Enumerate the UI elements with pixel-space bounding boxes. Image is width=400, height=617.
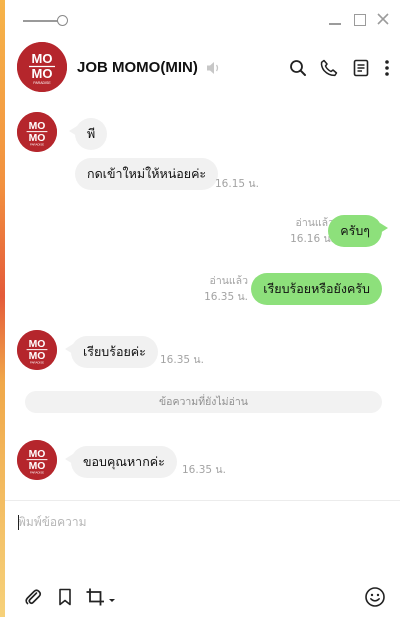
sender-avatar[interactable]: MO MO PARADISE (17, 330, 57, 370)
avatar[interactable]: MO MO PARADISE (17, 42, 67, 92)
avatar-logo-subtext: PARADISE (30, 471, 44, 475)
message-time: 16.35 น. (204, 291, 248, 303)
phone-icon[interactable] (319, 58, 339, 78)
title-bar (5, 0, 400, 38)
message-time: 16.15 น. (215, 178, 259, 190)
chat-header: MO MO PARADISE JOB MOMO(MIN) (5, 38, 400, 100)
sender-avatar[interactable]: MO MO PARADISE (17, 440, 57, 480)
maximize-icon[interactable] (351, 11, 367, 27)
opacity-slider[interactable] (23, 13, 71, 27)
message-input[interactable] (18, 513, 387, 573)
emoji-icon[interactable] (364, 586, 386, 608)
avatar-logo-subtext: PARADISE (33, 81, 51, 85)
message-bubble[interactable]: เรียบร้อยหรือยังครับ (251, 273, 382, 305)
speaker-icon[interactable] (205, 60, 223, 76)
message-bubble[interactable]: กดเข้าใหม่ให้หน่อยค่ะ (75, 158, 219, 190)
paperclip-icon[interactable] (23, 587, 43, 607)
minimize-icon[interactable] (327, 11, 343, 27)
chat-window: MO MO PARADISE JOB MOMO(MIN) MO MO PARAD… (5, 0, 400, 617)
avatar-logo-subtext: PARADISE (30, 361, 44, 365)
composer (5, 500, 400, 617)
message-bubble[interactable]: ครับๆ (328, 215, 388, 247)
more-icon[interactable] (380, 58, 394, 78)
avatar-logo-text: MO (29, 121, 46, 132)
avatar-logo-subtext: PARADISE (30, 143, 44, 147)
search-icon[interactable] (288, 58, 308, 78)
text-caret (18, 515, 19, 530)
crop-icon[interactable] (85, 587, 117, 607)
avatar-logo-text: MO (29, 339, 46, 350)
close-icon[interactable] (375, 11, 391, 27)
message-bubble[interactable]: พี (68, 118, 108, 150)
avatar-logo-text: MO (29, 449, 46, 460)
message-list[interactable]: MO MO PARADISE พี กดเข้าใหม่ให้หน่อยค่ะ … (5, 100, 400, 500)
avatar-logo-text: MO (32, 51, 53, 66)
message-time: 16.35 น. (160, 354, 204, 366)
chat-title: JOB MOMO(MIN) (77, 59, 198, 76)
avatar-logo-text: MO (32, 66, 53, 81)
message-time: 16.16 น. (290, 233, 334, 245)
message-bubble[interactable]: ขอบคุณหากค่ะ (65, 446, 177, 478)
unread-divider: ข้อความที่ยังไม่อ่าน (25, 391, 382, 413)
message-bubble[interactable]: เรียบร้อยค่ะ (65, 336, 158, 368)
bookmark-icon[interactable] (55, 587, 75, 607)
read-receipt: อ่านแล้ว (209, 275, 248, 287)
notes-icon[interactable] (351, 58, 371, 78)
slider-knob[interactable] (57, 15, 68, 26)
message-time: 16.35 น. (182, 464, 226, 476)
sender-avatar[interactable]: MO MO PARADISE (17, 112, 57, 152)
